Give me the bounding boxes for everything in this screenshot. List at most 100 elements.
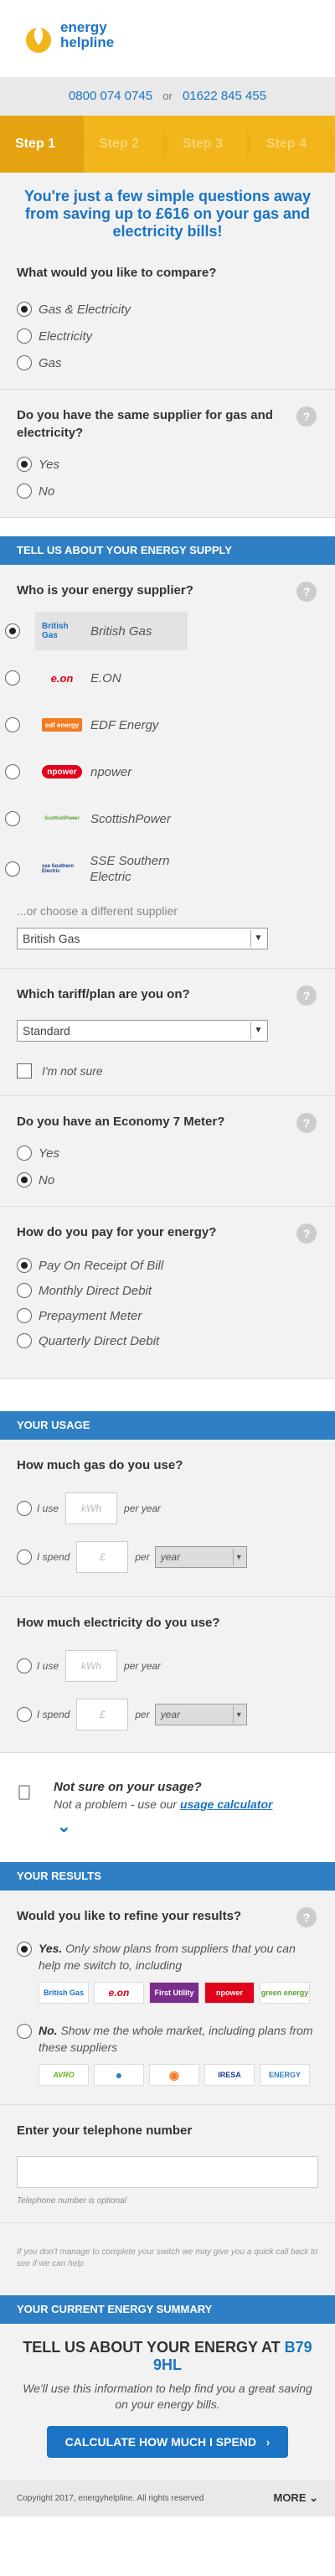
section-usage: Your usage bbox=[0, 1411, 335, 1440]
supplier-sse[interactable]: sse Southern Electric SSE Southern Electr… bbox=[5, 844, 318, 894]
compare-option-gas-electricity[interactable]: Gas & Electricity bbox=[17, 302, 318, 317]
radio[interactable] bbox=[17, 1308, 32, 1323]
same-supplier-no[interactable]: No bbox=[17, 484, 318, 499]
section-energy-summary: Your current energy summary bbox=[0, 2295, 335, 2324]
npower-logo-icon: npower bbox=[204, 1982, 255, 2004]
refine-yes[interactable]: Yes. Only show plans from suppliers that… bbox=[17, 1940, 318, 1973]
british-gas-logo-icon: British Gas bbox=[42, 622, 69, 640]
energy-summary: TELL US ABOUT YOUR ENERGY AT B79 9HL We'… bbox=[0, 2324, 335, 2480]
same-supplier-question: Do you have the same supplier for gas an… bbox=[0, 390, 335, 518]
phone-number-1[interactable]: 0800 074 0745 bbox=[69, 89, 152, 103]
iresa-logo-icon: IRESA bbox=[204, 2064, 255, 2086]
tariff-dropdown[interactable]: Standard ▼ bbox=[17, 1020, 268, 1042]
payment-monthly-dd[interactable]: Monthly Direct Debit bbox=[17, 1283, 318, 1298]
radio-selected[interactable] bbox=[5, 623, 20, 639]
elec-spend-input[interactable]: £ bbox=[76, 1699, 129, 1730]
more-menu-button[interactable]: MORE ⌄ bbox=[273, 2491, 318, 2505]
radio-selected[interactable] bbox=[17, 1258, 32, 1273]
help-icon[interactable]: ? bbox=[296, 406, 317, 427]
first-utility-logo-icon: First Utility bbox=[149, 1982, 199, 2004]
radio[interactable] bbox=[17, 1549, 32, 1565]
gas-use-kwh-row: I use kWh per year bbox=[17, 1492, 318, 1524]
elec-kwh-input[interactable]: kWh bbox=[65, 1650, 118, 1682]
scottishpower-logo-icon: ScottishPower bbox=[44, 816, 80, 821]
radio[interactable] bbox=[17, 355, 32, 370]
step-1: Step 1 bbox=[0, 116, 85, 173]
radio[interactable] bbox=[17, 1146, 32, 1161]
radio-selected[interactable] bbox=[17, 1942, 32, 1957]
progress-steps: Step 1 Step 2 Step 3 Step 4 bbox=[0, 116, 335, 173]
radio[interactable] bbox=[5, 764, 20, 779]
compare-question: What would you like to compare? Gas & El… bbox=[0, 254, 335, 390]
radio[interactable] bbox=[17, 1333, 32, 1348]
flame-logo-icon bbox=[26, 25, 51, 53]
gas-spend-input[interactable]: £ bbox=[76, 1541, 129, 1573]
eon-logo-icon: e.on bbox=[94, 1982, 144, 2004]
compare-option-gas[interactable]: Gas bbox=[17, 355, 318, 370]
avro-logo-icon: AVRO bbox=[39, 2064, 89, 2086]
radio[interactable] bbox=[17, 1658, 32, 1673]
radio[interactable] bbox=[5, 811, 20, 826]
checkbox[interactable] bbox=[17, 1063, 32, 1079]
section-results: Your results bbox=[0, 1862, 335, 1891]
payment-quarterly-dd[interactable]: Quarterly Direct Debit bbox=[17, 1333, 318, 1348]
gas-period-dropdown[interactable]: year ▼ bbox=[154, 1546, 247, 1568]
radio[interactable] bbox=[17, 328, 32, 344]
economy7-no[interactable]: No bbox=[17, 1172, 318, 1187]
supplier-british-gas[interactable]: British Gas British Gas bbox=[5, 609, 318, 653]
same-supplier-yes[interactable]: Yes bbox=[17, 457, 318, 472]
supplier-scottishpower[interactable]: ScottishPower ScottishPower bbox=[5, 797, 318, 841]
calculate-spend-button[interactable]: CALCULATE HOW MUCH I SPEND › bbox=[46, 2426, 289, 2458]
telephone-input[interactable] bbox=[17, 2156, 318, 2188]
chevron-down-icon: ▼ bbox=[232, 1549, 245, 1565]
elec-period-dropdown[interactable]: year ▼ bbox=[154, 1704, 247, 1725]
logo[interactable]: energy helpline bbox=[60, 20, 114, 50]
compare-option-electricity[interactable]: Electricity bbox=[17, 328, 318, 344]
payment-receipt[interactable]: Pay On Receipt Of Bill bbox=[17, 1258, 318, 1273]
supplier-dropdown[interactable]: British Gas ▼ bbox=[17, 928, 268, 949]
chevron-down-icon: ▼ bbox=[232, 1706, 245, 1723]
radio[interactable] bbox=[17, 2024, 32, 2039]
radio[interactable] bbox=[5, 861, 20, 877]
refine-no[interactable]: No. Show me the whole market, including … bbox=[17, 2022, 318, 2056]
supplier-eon[interactable]: e.on E.ON bbox=[5, 656, 318, 700]
section-energy-supply: Tell us about your energy supply bbox=[0, 536, 335, 565]
phone-number-2[interactable]: 01622 845 455 bbox=[183, 89, 266, 103]
refine-yes-logos: British Gas e.on First Utility npower gr… bbox=[39, 1982, 318, 2004]
radio[interactable] bbox=[17, 1283, 32, 1298]
supplier-edf[interactable]: edf energy EDF Energy bbox=[5, 703, 318, 747]
choose-other-supplier: ...or choose a different supplier bbox=[17, 904, 178, 918]
radio[interactable] bbox=[17, 484, 32, 499]
chevron-down-icon: ▼ bbox=[250, 1022, 265, 1039]
help-icon[interactable]: ? bbox=[296, 1907, 317, 1927]
help-icon[interactable]: ? bbox=[296, 1113, 317, 1133]
chevron-down-icon: ▼ bbox=[250, 930, 265, 947]
gas-kwh-input[interactable]: kWh bbox=[65, 1492, 118, 1524]
payment-prepayment[interactable]: Prepayment Meter bbox=[17, 1308, 318, 1323]
step-4: Step 4 bbox=[251, 116, 335, 173]
radio[interactable] bbox=[17, 1501, 32, 1516]
help-icon[interactable]: ? bbox=[296, 582, 317, 602]
economy7-yes[interactable]: Yes bbox=[17, 1146, 318, 1161]
radio[interactable] bbox=[5, 670, 20, 685]
radio-selected[interactable] bbox=[17, 457, 32, 472]
supplier-npower[interactable]: npower npower bbox=[5, 750, 318, 794]
green-energy-logo-icon: green energy bbox=[260, 1982, 310, 2004]
supplier-logo-icon: ◉ bbox=[149, 2064, 199, 2086]
radio[interactable] bbox=[5, 717, 20, 732]
help-icon[interactable]: ? bbox=[296, 1223, 317, 1244]
payment-question: How do you pay for your energy? ? Pay On… bbox=[0, 1207, 335, 1379]
radio[interactable] bbox=[17, 1707, 32, 1722]
radio-selected[interactable] bbox=[17, 1172, 32, 1187]
chevron-down-icon[interactable]: ⌄ bbox=[57, 1816, 318, 1837]
edf-logo-icon: edf energy bbox=[42, 718, 82, 732]
calculator-icon bbox=[18, 1785, 30, 1800]
gas-usage-question: How much gas do you use? I use kWh per y… bbox=[0, 1440, 335, 1597]
npower-logo-icon: npower bbox=[42, 765, 82, 778]
usage-calculator-link[interactable]: usage calculator bbox=[180, 1798, 273, 1811]
radio-selected[interactable] bbox=[17, 302, 32, 317]
tariff-not-sure[interactable]: I'm not sure bbox=[17, 1063, 318, 1079]
elec-use-kwh-row: I use kWh per year bbox=[17, 1650, 318, 1682]
phone-bar: 0800 074 0745 or 01622 845 455 bbox=[0, 77, 335, 116]
help-icon[interactable]: ? bbox=[296, 985, 317, 1006]
